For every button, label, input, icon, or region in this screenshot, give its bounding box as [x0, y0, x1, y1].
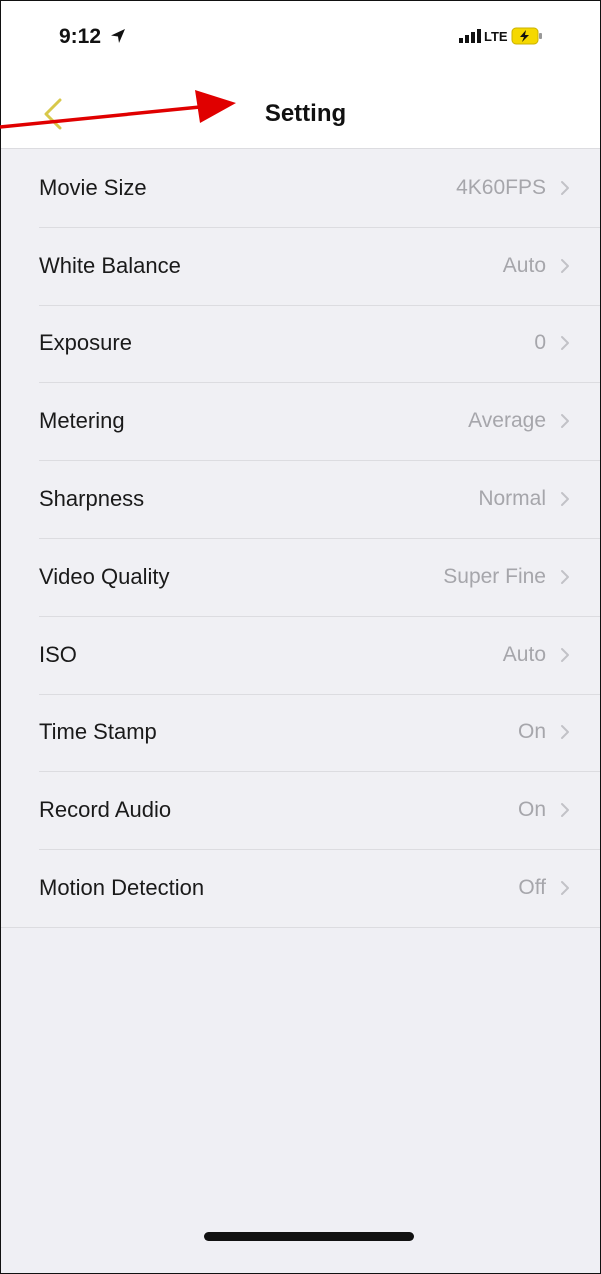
location-arrow-icon — [110, 29, 125, 43]
setting-value: On — [517, 798, 546, 822]
setting-row[interactable]: Movie Size 4K60FPS — [1, 149, 600, 227]
setting-label: Exposure — [39, 330, 132, 356]
signal-bars-icon — [459, 29, 481, 43]
annotation-arrow-icon — [0, 90, 236, 129]
home-indicator[interactable] — [204, 1232, 414, 1241]
setting-row[interactable]: White Balance Auto — [1, 226, 600, 305]
chevron-right-icon — [561, 569, 569, 584]
chevron-right-icon — [561, 647, 569, 662]
setting-label: Motion Detection — [39, 875, 205, 901]
chevron-right-icon — [561, 180, 569, 195]
setting-value: 4K60FPS — [456, 175, 546, 199]
chevron-right-icon — [561, 725, 569, 740]
setting-value: 0 — [534, 331, 546, 355]
status-time: 9:12 — [59, 25, 126, 49]
setting-value: On — [517, 720, 546, 744]
setting-value: Off — [518, 876, 546, 900]
status-indicators: LTE — [459, 25, 543, 47]
status-time-text: 9:12 — [59, 25, 102, 48]
setting-row[interactable]: Video Quality Super Fine — [1, 537, 600, 616]
setting-label: White Balance — [39, 252, 181, 278]
setting-row[interactable]: ISO Auto — [1, 615, 600, 694]
setting-row[interactable]: Metering Average — [1, 382, 600, 460]
setting-value: Normal — [478, 487, 546, 511]
settings-list: Movie Size 4K60FPS White Balance Auto Exposu… — [1, 148, 600, 928]
setting-row[interactable]: Motion Detection Off — [1, 849, 600, 927]
setting-value: Auto — [502, 642, 546, 666]
setting-label: Record Audio — [39, 797, 172, 823]
setting-label: Sharpness — [39, 486, 145, 512]
battery-charging-icon — [511, 27, 542, 45]
setting-row[interactable]: Exposure 0 — [1, 304, 600, 383]
setting-value: Average — [468, 409, 546, 433]
network-label: LTE — [484, 28, 508, 44]
setting-value: Super Fine — [443, 564, 546, 588]
setting-label: Video Quality — [39, 563, 170, 589]
chevron-right-icon — [561, 336, 569, 351]
setting-label: ISO — [39, 641, 77, 667]
setting-label: Movie Size — [39, 174, 147, 200]
setting-value: Auto — [502, 253, 546, 277]
setting-row[interactable]: Record Audio On — [1, 771, 600, 849]
setting-label: Time Stamp — [39, 719, 157, 745]
setting-row[interactable]: Sharpness Normal — [1, 460, 600, 538]
phone-screen: 9:12 LTE Setting Movie Size 4K60FPS Whit… — [0, 0, 601, 1274]
setting-row[interactable]: Time Stamp On — [1, 693, 600, 772]
chevron-right-icon — [561, 881, 569, 896]
setting-label: Metering — [39, 408, 125, 434]
chevron-right-icon — [561, 492, 569, 507]
chevron-right-icon — [561, 414, 569, 429]
chevron-right-icon — [561, 258, 569, 273]
chevron-right-icon — [561, 803, 569, 818]
